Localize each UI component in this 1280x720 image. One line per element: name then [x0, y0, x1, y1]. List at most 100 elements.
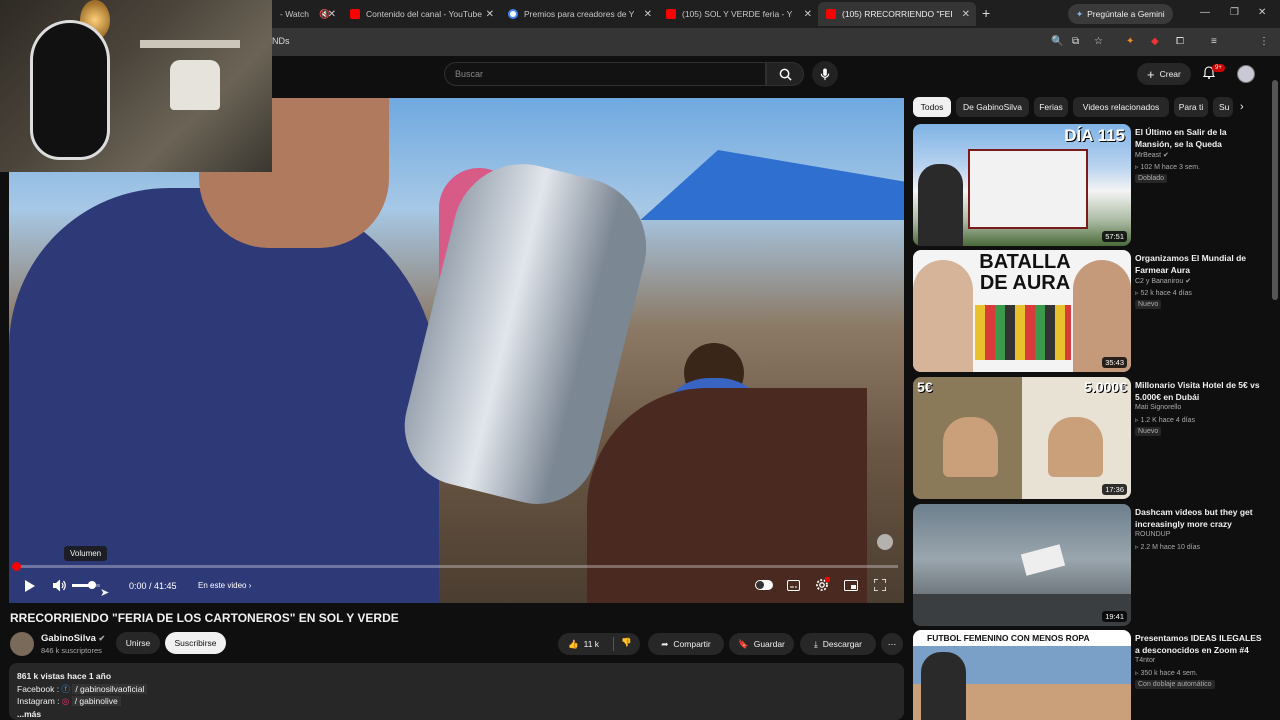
recommendation-title[interactable]: Dashcam videos but they get increasingly…: [1135, 506, 1265, 530]
browser-tab[interactable]: (105) SOL Y VERDE feria - YouT ✕: [658, 2, 818, 26]
channel-name[interactable]: GabinoSilva ✔: [41, 633, 105, 644]
recommendation-card[interactable]: BATALLA DE AURA 35:43 Organizamos El Mun…: [913, 250, 1268, 372]
create-button[interactable]: + Crear: [1137, 63, 1191, 85]
close-window-icon[interactable]: ✕: [1258, 7, 1266, 18]
fullscreen-icon[interactable]: [874, 579, 886, 591]
recommendation-channel[interactable]: T4ntor: [1135, 657, 1155, 664]
miniplayer-icon[interactable]: [844, 580, 858, 591]
extension-icon[interactable]: ✦: [1126, 36, 1134, 47]
chevron-right-icon[interactable]: ›: [1240, 101, 1244, 113]
recommendation-title[interactable]: Presentamos IDEAS ILEGALES a desconocido…: [1135, 632, 1265, 656]
volume-slider[interactable]: [72, 584, 100, 587]
minimize-icon[interactable]: —: [1200, 7, 1210, 18]
tab-label: Premios para creadores de You: [524, 9, 634, 19]
autoplay-toggle[interactable]: [755, 580, 773, 590]
close-tab-icon[interactable]: ✕: [804, 9, 812, 20]
chapters-label: En este video: [198, 581, 247, 590]
thumb-person: [1048, 417, 1103, 477]
youtube-icon: [350, 9, 360, 19]
new-tab-icon[interactable]: +: [982, 5, 990, 21]
recommendation-title[interactable]: El Último en Salir de la Mansión, se la …: [1135, 126, 1265, 150]
recommendation-title[interactable]: Organizamos El Mundial de Farmear Aura: [1135, 252, 1265, 276]
video-frame-man: [9, 188, 439, 603]
recommendation-channel[interactable]: Mati Signorello: [1135, 404, 1181, 411]
close-tab-icon[interactable]: ✕: [328, 9, 336, 20]
recommendation-meta: ▹ 2.2 M hace 10 días: [1135, 544, 1201, 551]
chip-partial[interactable]: Su: [1213, 97, 1233, 117]
instagram-icon: ◎: [61, 696, 70, 706]
search-icon: [779, 68, 792, 81]
chip-ferias[interactable]: Ferias: [1034, 97, 1068, 117]
volume-icon[interactable]: [53, 579, 67, 592]
browser-menu-icon[interactable]: ⋮: [1259, 36, 1269, 47]
description-box[interactable]: 861 k vistas hace 1 año Facebook : ⓕ / g…: [9, 663, 904, 720]
user-avatar[interactable]: [1237, 65, 1255, 83]
browser-tab-active[interactable]: (105) RRECORRIENDO "FERIA D ✕: [818, 2, 976, 26]
video-thumbnail[interactable]: 19:41: [913, 504, 1131, 626]
recommendation-channel[interactable]: ROUNDUP: [1135, 531, 1170, 538]
video-thumbnail[interactable]: DÍA 115 57:51: [913, 124, 1131, 246]
channel-avatar[interactable]: [10, 632, 34, 656]
zoom-icon[interactable]: 🔍: [1051, 36, 1063, 47]
voice-search-button[interactable]: [812, 61, 838, 87]
thumbs-down-icon[interactable]: 👎: [621, 637, 632, 648]
search-input[interactable]: Buscar: [444, 62, 766, 86]
verified-icon: ✔: [1185, 278, 1192, 285]
share-button[interactable]: ➦ Compartir: [648, 633, 724, 655]
chip-all[interactable]: Todos: [913, 97, 951, 117]
close-tab-icon[interactable]: ✕: [486, 9, 494, 20]
instagram-prefix: Instagram :: [17, 696, 60, 706]
browser-tab[interactable]: Contenido del canal - YouTube ✕: [342, 2, 500, 26]
search-button[interactable]: [766, 62, 804, 86]
chip-related[interactable]: Videos relacionados: [1073, 97, 1169, 117]
close-tab-icon[interactable]: ✕: [644, 9, 652, 20]
scrollbar-thumb[interactable]: [1272, 80, 1278, 300]
close-tab-icon[interactable]: ✕: [962, 9, 970, 20]
subscribe-button[interactable]: Suscribirse: [165, 632, 226, 654]
gemini-button[interactable]: ✦ Pregúntale a Gemini: [1068, 4, 1173, 24]
restore-icon[interactable]: ❐: [1230, 7, 1239, 18]
extensions-puzzle-icon[interactable]: ⧠: [1176, 36, 1184, 47]
chapters-button[interactable]: En este video ›: [198, 581, 251, 590]
scrubber-handle[interactable]: [12, 562, 21, 571]
bookmark-star-icon[interactable]: ☆: [1094, 36, 1103, 47]
like-button[interactable]: 👍 11 k 👎: [558, 633, 640, 655]
recommendation-card[interactable]: DÍA 115 57:51 El Último en Salir de la M…: [913, 124, 1268, 246]
show-more-link[interactable]: ...más: [17, 708, 896, 720]
browser-tab[interactable]: Premios para creadores de You ✕: [500, 2, 658, 26]
url-text[interactable]: NDs: [272, 36, 290, 46]
browser-tab[interactable]: - Watch 🔇 ✕: [272, 2, 342, 26]
video-thumbnail[interactable]: 5€ 5.000€ 17:36: [913, 377, 1131, 499]
channel-watermark[interactable]: [877, 534, 893, 550]
subtitles-icon[interactable]: [787, 580, 800, 591]
save-button[interactable]: 🔖 Guardar: [729, 633, 794, 655]
recommendation-card[interactable]: FUTBOL FEMENINO CON MENOS ROPA Presentam…: [913, 630, 1268, 720]
volume-slider-handle[interactable]: [87, 581, 96, 589]
video-player[interactable]: [9, 98, 904, 603]
facebook-link[interactable]: / gabinosilvaoficial: [72, 683, 148, 694]
video-frame-tent: [640, 150, 904, 220]
play-icon[interactable]: [25, 580, 35, 592]
chip-from-channel[interactable]: De GabinoSilva: [956, 97, 1029, 117]
video-duration: 17:36: [1102, 484, 1127, 495]
webcam-table: [140, 40, 240, 48]
recommendation-channel[interactable]: C2 y Bananirou ✔: [1135, 277, 1191, 285]
join-button[interactable]: Unirse: [116, 632, 160, 654]
download-button[interactable]: ⤓ Descargar: [800, 633, 876, 655]
chip-for-you[interactable]: Para ti: [1174, 97, 1208, 117]
instagram-link[interactable]: / gabinolive: [71, 696, 121, 706]
progress-bar[interactable]: [15, 565, 898, 568]
video-thumbnail[interactable]: BATALLA DE AURA 35:43: [913, 250, 1131, 372]
recommendation-card[interactable]: 5€ 5.000€ 17:36 Millonario Visita Hotel …: [913, 377, 1268, 499]
extension-icon[interactable]: ◆: [1151, 36, 1159, 47]
more-actions-button[interactable]: ⋯: [881, 633, 903, 655]
webcam-overlay: [0, 0, 272, 172]
install-icon[interactable]: ⧉: [1072, 36, 1079, 47]
recommendation-title[interactable]: Millonario Visita Hotel de 5€ vs 5.000€ …: [1135, 379, 1265, 403]
autoplay-toggle-knob: [756, 581, 764, 589]
recommendation-card[interactable]: 19:41 Dashcam videos but they get increa…: [913, 504, 1268, 626]
video-thumbnail[interactable]: FUTBOL FEMENINO CON MENOS ROPA: [913, 630, 1131, 720]
page-scrollbar[interactable]: [1272, 70, 1278, 720]
media-control-icon[interactable]: ≡: [1211, 36, 1217, 47]
recommendation-channel[interactable]: MrBeast ✔: [1135, 151, 1169, 159]
